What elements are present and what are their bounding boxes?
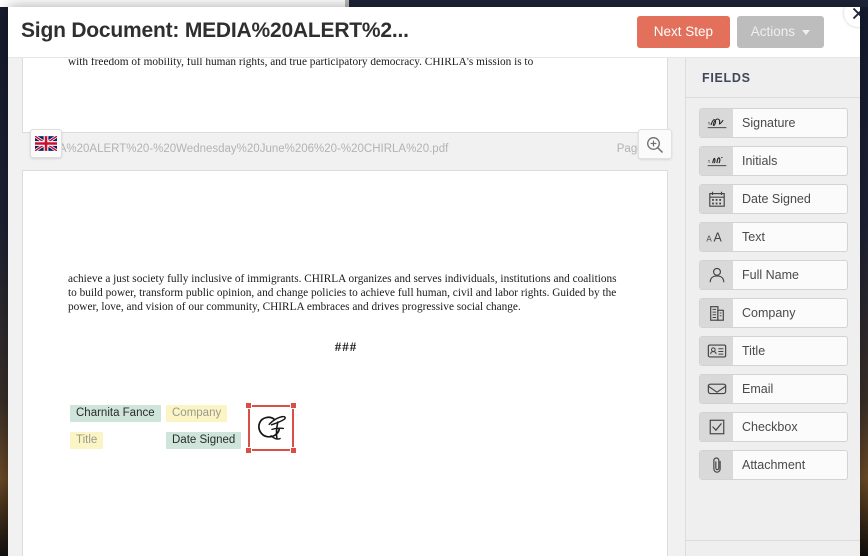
fields-list: x Signature x Initials Date Signed A A T… bbox=[686, 108, 860, 488]
field-label: Company bbox=[742, 306, 796, 320]
actions-button-label: Actions bbox=[750, 24, 795, 39]
field-item-attachment[interactable]: Attachment bbox=[699, 450, 848, 480]
checkbox-icon bbox=[700, 413, 733, 441]
field-label: Email bbox=[742, 382, 774, 396]
field-label: Full Name bbox=[742, 268, 799, 282]
field-item-company[interactable]: Company bbox=[699, 298, 848, 328]
field-label: Checkbox bbox=[742, 420, 798, 434]
fields-panel: FIELDS x Signature x Initials Date Signe… bbox=[685, 58, 860, 556]
language-flag-button[interactable] bbox=[30, 129, 62, 158]
field-item-email[interactable]: Email bbox=[699, 374, 848, 404]
signature-glyph-icon bbox=[258, 415, 286, 440]
sign-document-modal: Sign Document: MEDIA%20ALERT%2... Next S… bbox=[8, 7, 860, 556]
zoom-in-button[interactable] bbox=[638, 129, 672, 159]
field-label: Text bbox=[742, 230, 765, 244]
svg-text:A: A bbox=[713, 230, 722, 244]
field-label: Title bbox=[742, 344, 766, 358]
close-icon bbox=[852, 7, 860, 19]
actions-button[interactable]: Actions bbox=[736, 16, 824, 48]
svg-text:x: x bbox=[707, 121, 710, 127]
page-2-end-marker: ### bbox=[334, 339, 358, 354]
field-item-text[interactable]: A A Text bbox=[699, 222, 848, 252]
zoom-in-icon bbox=[647, 137, 664, 154]
page-2-paragraph: achieve a just society fully inclusive o… bbox=[68, 273, 617, 314]
fields-panel-divider bbox=[686, 97, 860, 98]
document-page-1: national impact made of diverse immigran… bbox=[22, 58, 668, 133]
placed-field-company[interactable]: Company bbox=[166, 405, 228, 422]
field-item-date-signed[interactable]: Date Signed bbox=[699, 184, 848, 214]
background-page-strip bbox=[0, 0, 868, 7]
field-label: Date Signed bbox=[742, 192, 811, 206]
document-viewer[interactable]: national impact made of diverse immigran… bbox=[8, 58, 685, 556]
document-status-bar: MEDIA%20ALERT%20-%20Wednesday%20June%206… bbox=[8, 139, 685, 169]
placed-field-full-name[interactable]: Charnita Fance bbox=[70, 405, 161, 422]
app-root: Sign Document: MEDIA%20ALERT%2... Next S… bbox=[0, 0, 868, 556]
resize-handle-top-right[interactable] bbox=[290, 402, 297, 409]
initials-icon: x bbox=[700, 147, 733, 175]
placed-field-signature[interactable] bbox=[245, 402, 297, 454]
svg-text:A: A bbox=[706, 234, 712, 243]
fields-panel-bottom-divider bbox=[686, 540, 860, 541]
modal-body: national impact made of diverse immigran… bbox=[8, 58, 860, 556]
close-button[interactable] bbox=[844, 7, 860, 27]
uk-flag-icon bbox=[35, 136, 57, 151]
envelope-icon bbox=[700, 375, 733, 403]
id-card-icon bbox=[700, 337, 733, 365]
placed-field-title[interactable]: Title bbox=[70, 432, 104, 449]
placed-field-date-signed[interactable]: Date Signed bbox=[166, 432, 242, 449]
resize-handle-bottom-left[interactable] bbox=[245, 447, 252, 454]
person-icon bbox=[700, 261, 733, 289]
resize-handle-top-left[interactable] bbox=[245, 402, 252, 409]
field-item-full-name[interactable]: Full Name bbox=[699, 260, 848, 290]
field-label: Attachment bbox=[742, 458, 806, 472]
paperclip-icon bbox=[700, 451, 733, 479]
page-1-paragraph: national impact made of diverse immigran… bbox=[68, 58, 534, 69]
background-page-left bbox=[0, 0, 345, 7]
field-item-initials[interactable]: x Initials bbox=[699, 146, 848, 176]
field-item-title[interactable]: Title bbox=[699, 336, 848, 366]
resize-handle-bottom-right[interactable] bbox=[290, 447, 297, 454]
next-step-button[interactable]: Next Step bbox=[636, 16, 730, 48]
chevron-down-icon bbox=[802, 29, 810, 35]
field-item-checkbox[interactable]: Checkbox bbox=[699, 412, 848, 442]
page-title: Sign Document: MEDIA%20ALERT%2... bbox=[21, 19, 409, 42]
field-label: Signature bbox=[742, 116, 796, 130]
field-item-signature[interactable]: x Signature bbox=[699, 108, 848, 138]
svg-text:x: x bbox=[707, 159, 710, 165]
fields-panel-title: FIELDS bbox=[702, 71, 751, 85]
building-icon bbox=[700, 299, 733, 327]
signature-icon: x bbox=[700, 109, 733, 137]
document-page-2: achieve a just society fully inclusive o… bbox=[22, 170, 668, 556]
document-file-name: MEDIA%20ALERT%20-%20Wednesday%20June%206… bbox=[30, 143, 449, 155]
calendar-icon bbox=[700, 185, 733, 213]
field-label: Initials bbox=[742, 154, 778, 168]
modal-header: Sign Document: MEDIA%20ALERT%2... Next S… bbox=[8, 7, 860, 58]
text-aa-icon: A A bbox=[700, 223, 733, 251]
background-page-divider bbox=[345, 0, 349, 7]
